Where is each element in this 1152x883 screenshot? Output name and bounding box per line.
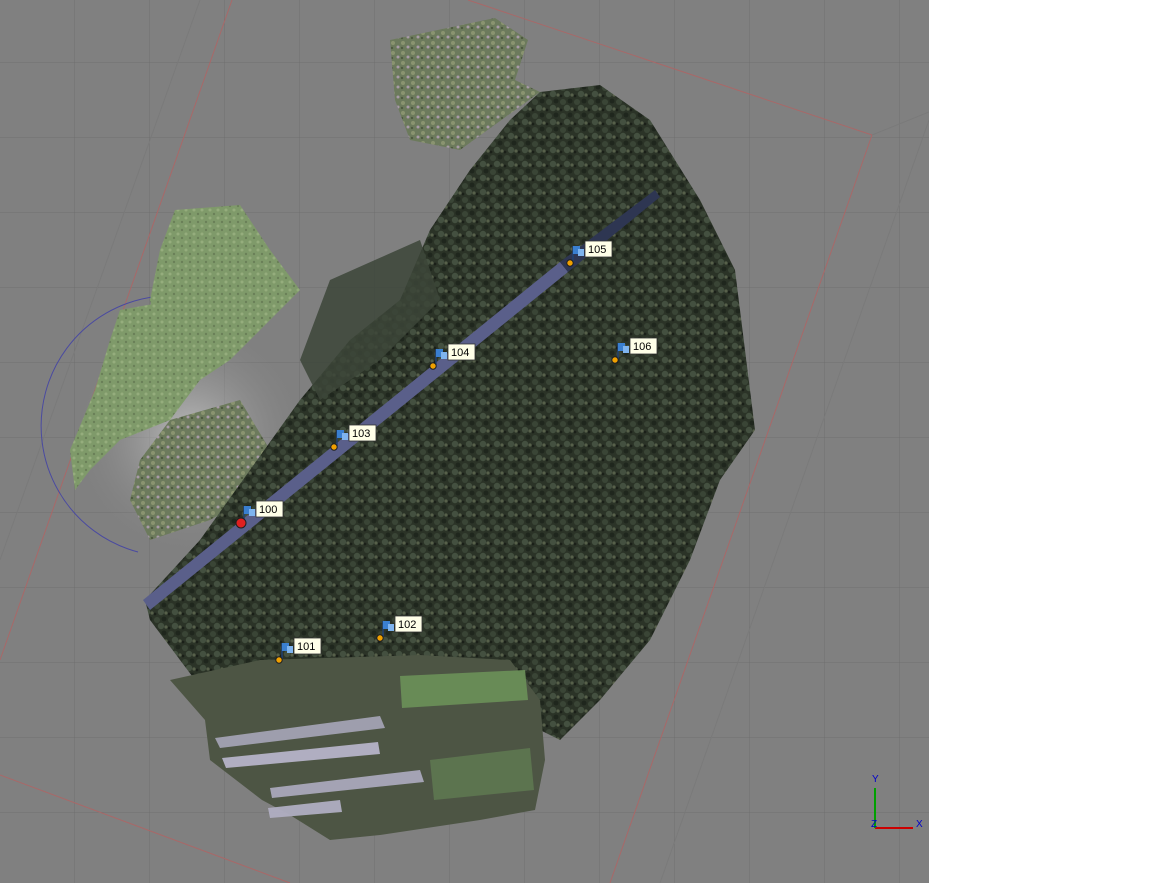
marker-point[interactable] xyxy=(566,259,574,267)
point-cloud-scene[interactable]: 100 101 102 103 104 105 106 X Y Z xyxy=(0,0,929,883)
3d-viewport[interactable]: 100 101 102 103 104 105 106 X Y Z xyxy=(0,0,929,883)
marker-label: 103 xyxy=(352,428,370,440)
marker-label: 100 xyxy=(259,504,277,516)
marker-label: 101 xyxy=(297,641,315,653)
marker-point[interactable] xyxy=(275,656,283,664)
marker-point[interactable] xyxy=(235,517,247,529)
z-axis-label: Z xyxy=(871,819,877,830)
x-axis-label: X xyxy=(916,819,923,830)
marker-point[interactable] xyxy=(330,443,338,451)
marker-point[interactable] xyxy=(611,356,619,364)
empty-panel xyxy=(929,0,1152,883)
marker-label: 106 xyxy=(633,341,651,353)
y-axis-label: Y xyxy=(872,774,879,785)
marker-label: 105 xyxy=(588,244,606,256)
marker-label: 102 xyxy=(398,619,416,631)
marker-point[interactable] xyxy=(376,634,384,642)
marker-point[interactable] xyxy=(429,362,437,370)
marker-label: 104 xyxy=(451,347,469,359)
